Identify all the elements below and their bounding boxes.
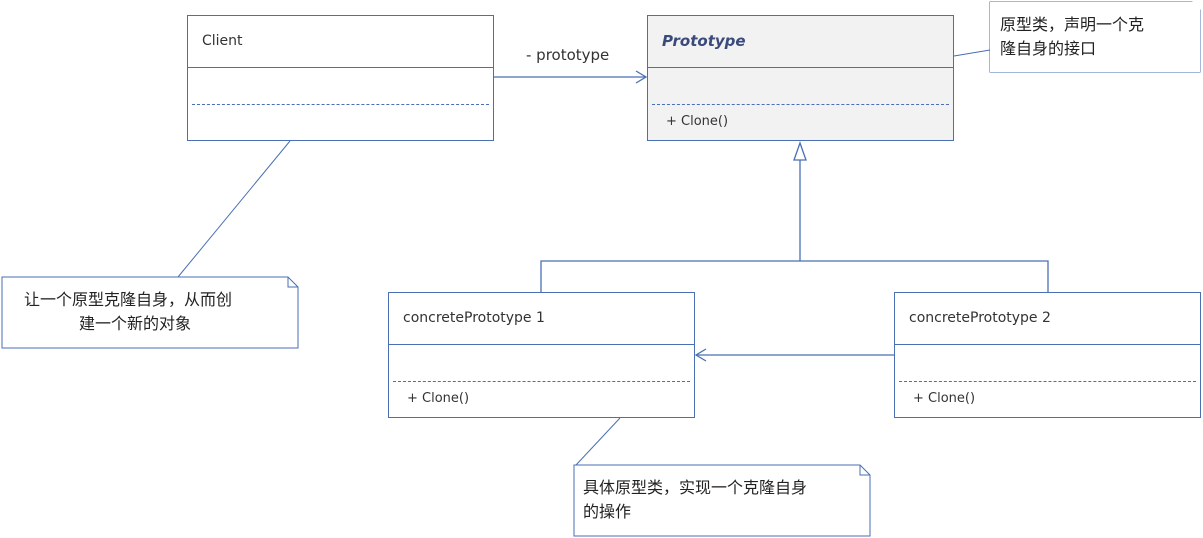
concrete-note-line-1: 具体原型类，实现一个克隆自身 [583, 478, 808, 497]
prototype-operations-divider [652, 104, 949, 105]
client-note-line-2: 建一个新的对象 [79, 314, 192, 333]
concrete-prototype-1-class[interactable]: concretePrototype 1 + Clone() [388, 292, 695, 418]
client-class[interactable]: Client [187, 15, 494, 141]
inheritance-branch [540, 260, 1049, 292]
concrete-prototype-1-divider [393, 381, 690, 382]
prototype-note: 原型类，声明一个克 隆自身的接口 [990, 2, 1200, 72]
concrete-prototype-2-divider [899, 381, 1196, 382]
prototype-clone-operation: + Clone() [666, 114, 729, 129]
concrete-prototype-2-class[interactable]: concretePrototype 2 + Clone() [894, 292, 1201, 418]
inheritance-triangle [793, 141, 807, 161]
concrete-prototype-2-clone-operation: + Clone() [913, 391, 976, 406]
concrete-note-line-2: 的操作 [583, 502, 632, 521]
connector-layer [1, 1, 1201, 537]
client-note-anchor [177, 140, 291, 278]
association-label: - prototype [526, 46, 610, 64]
concrete-prototype-1-clone-operation: + Clone() [407, 391, 470, 406]
concrete-association-arrowhead [694, 348, 707, 362]
prototype-note-line-2: 隆自身的接口 [1000, 39, 1097, 58]
prototype-class[interactable]: Prototype + Clone() [647, 15, 954, 141]
client-operations-divider [192, 104, 489, 105]
concrete-prototype-2-name: concretePrototype 2 [895, 293, 1200, 345]
concrete-note: 具体原型类，实现一个克隆自身 的操作 [575, 466, 865, 534]
concrete-note-anchor [575, 417, 621, 466]
association-arrowhead [635, 70, 648, 84]
prototype-class-name: Prototype [648, 16, 953, 68]
prototype-note-anchor [953, 49, 991, 57]
concrete-prototype-1-name: concretePrototype 1 [389, 293, 694, 345]
client-class-name: Client [188, 16, 493, 68]
client-note: 让一个原型克隆自身，从而创 建一个新的对象 [3, 278, 293, 346]
prototype-note-line-1: 原型类，声明一个克 [1000, 15, 1145, 34]
client-note-line-1: 让一个原型克隆自身，从而创 [24, 290, 233, 309]
